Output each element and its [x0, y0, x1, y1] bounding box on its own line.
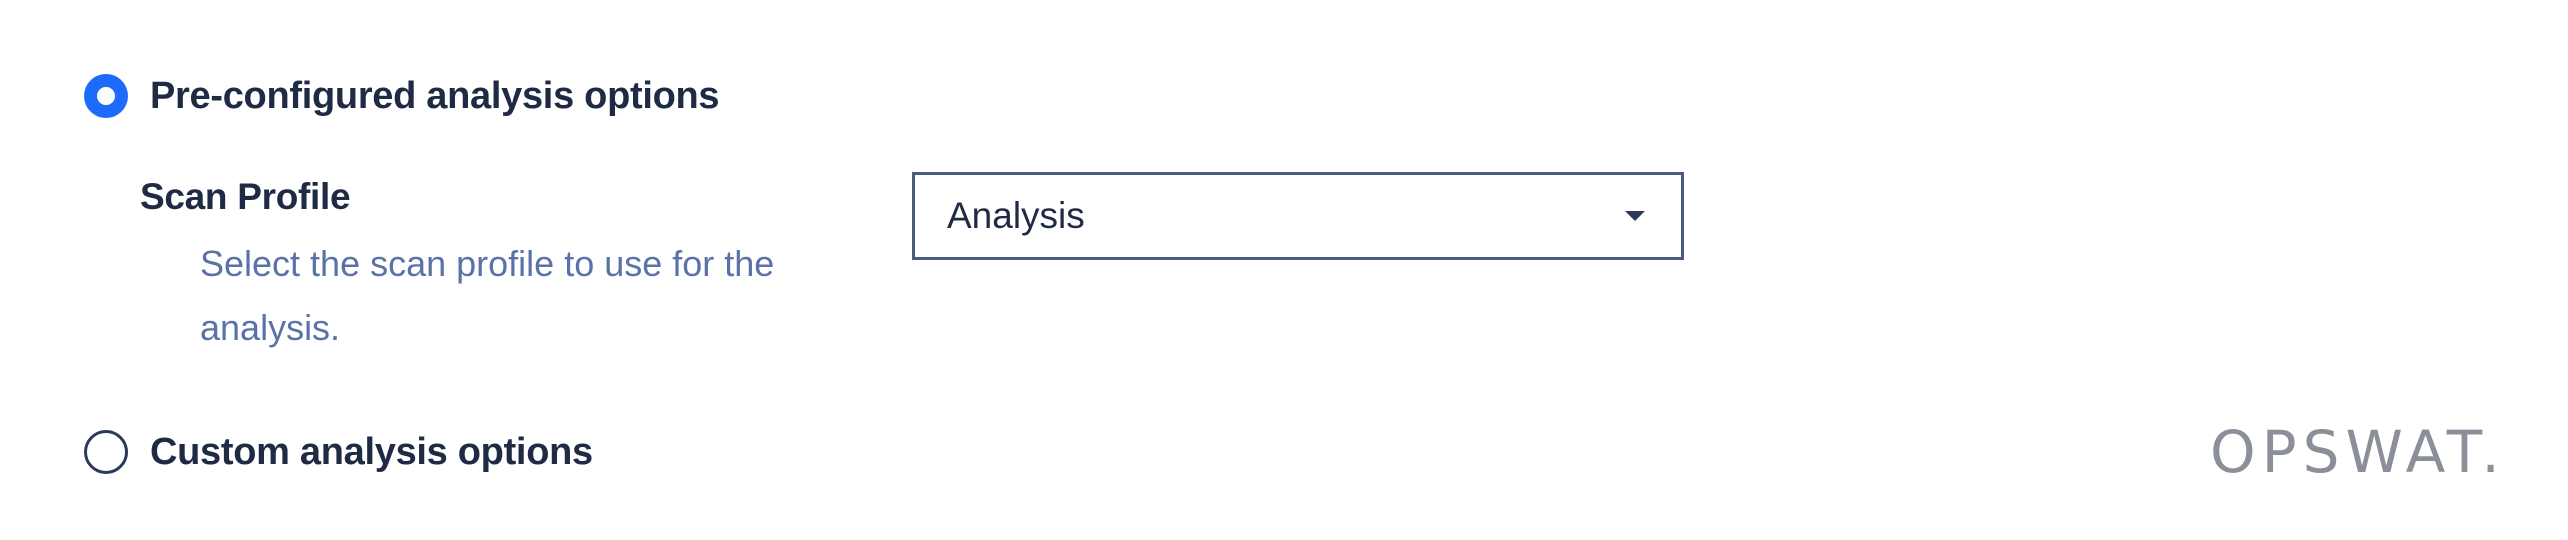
scan-profile-help-text: Select the scan profile to use for the a… [200, 243, 775, 348]
chevron-down-icon [1625, 211, 1645, 221]
custom-options-radio-row[interactable]: Custom analysis options [84, 430, 593, 474]
preconfigured-radio-button[interactable] [84, 74, 128, 118]
opswat-logo: OPSWAT. [2210, 418, 2506, 486]
preconfigured-option-label[interactable]: Pre-configured analysis options [150, 75, 720, 118]
custom-radio-button[interactable] [84, 430, 128, 474]
scan-profile-selected-value: Analysis [947, 195, 1085, 236]
scan-profile-dropdown[interactable]: Analysis [912, 172, 1684, 260]
preconfigured-options-radio-row[interactable]: Pre-configured analysis options [84, 74, 720, 118]
scan-profile-label: Scan Profile [140, 176, 351, 217]
custom-option-label[interactable]: Custom analysis options [150, 431, 593, 474]
